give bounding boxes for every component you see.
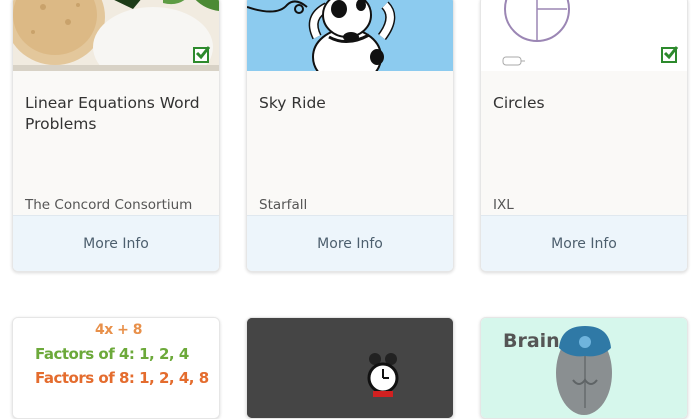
card-thumbnail[interactable]: 4x + 8 Factors of 4: 1, 2, 4 Factors of …	[13, 318, 219, 418]
activity-card[interactable]	[246, 317, 454, 419]
activity-card[interactable]: 4x + 8 Factors of 4: 1, 2, 4 Factors of …	[12, 317, 220, 419]
activity-card[interactable]: Sky Ride Starfall More Info	[246, 0, 454, 272]
card-body: Circles IXL	[481, 71, 687, 215]
completed-checkbox-icon	[661, 46, 679, 63]
alarm-clock-image	[247, 318, 453, 418]
activity-card[interactable]: Linear Equations Word Problems The Conco…	[12, 0, 220, 272]
card-body: Sky Ride Starfall	[247, 71, 453, 215]
activity-card[interactable]: Brain	[480, 317, 688, 419]
card-provider: The Concord Consortium	[25, 197, 193, 213]
thumb-line: 4x + 8	[95, 322, 143, 338]
card-body: Linear Equations Word Problems The Conco…	[13, 71, 219, 215]
completed-checkbox-icon	[193, 46, 211, 63]
more-info-button[interactable]: More Info	[13, 215, 219, 271]
more-info-button[interactable]: More Info	[481, 215, 687, 271]
activity-card[interactable]: Circles IXL More Info	[480, 0, 688, 272]
card-thumbnail[interactable]	[247, 0, 453, 71]
brain-head-image	[556, 326, 612, 415]
card-provider: IXL	[493, 197, 514, 213]
card-thumbnail[interactable]	[247, 318, 453, 418]
cartoon-cow-image	[247, 0, 453, 71]
card-thumbnail[interactable]	[13, 0, 219, 71]
card-title[interactable]: Circles	[493, 93, 673, 114]
thumb-line: Factors of 8: 1, 2, 4, 8	[35, 369, 209, 387]
card-provider: Starfall	[259, 197, 308, 213]
card-title[interactable]: Linear Equations Word Problems	[25, 93, 205, 135]
circle-diagram-image	[502, 0, 570, 66]
card-thumbnail[interactable]: Brain	[481, 318, 687, 418]
thumb-line: Factors of 4: 1, 2, 4	[35, 345, 189, 363]
card-title[interactable]: Sky Ride	[259, 93, 439, 114]
grain-bowl-image	[13, 0, 219, 71]
more-info-button[interactable]: More Info	[247, 215, 453, 271]
card-thumbnail[interactable]	[481, 0, 687, 71]
